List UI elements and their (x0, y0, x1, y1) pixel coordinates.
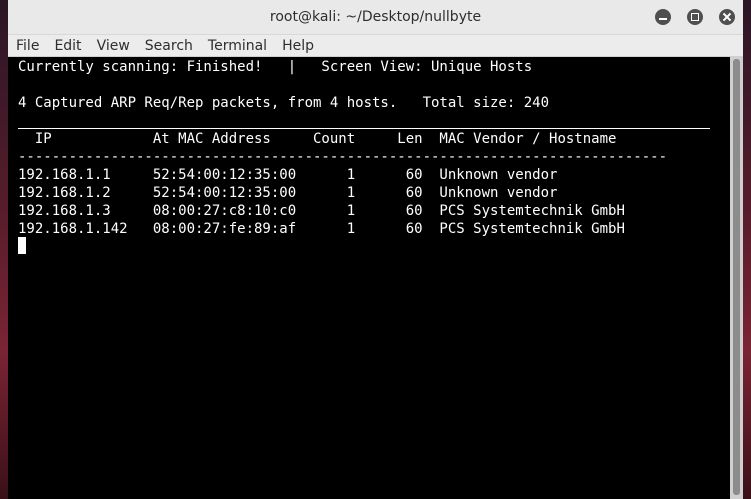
menu-edit[interactable]: Edit (54, 38, 81, 54)
summary-line: 4 Captured ARP Req/Rep packets, from 4 h… (18, 95, 550, 111)
menu-view[interactable]: View (97, 38, 130, 54)
vertical-scrollbar[interactable] (730, 57, 743, 499)
status-line: Currently scanning: Finished! | Screen V… (18, 59, 533, 75)
desktop-wallpaper-left (0, 0, 8, 499)
minimize-button[interactable] (655, 9, 671, 25)
window-title: root@kali: ~/Desktop/nullbyte (269, 9, 482, 25)
text-cursor (18, 237, 26, 254)
maximize-button[interactable] (687, 9, 703, 25)
table-header: IP At MAC Address Count Len MAC Vendor /… (18, 131, 617, 147)
close-button[interactable] (719, 9, 735, 25)
table-separator: ----------------------------------------… (18, 149, 668, 165)
menu-search[interactable]: Search (145, 38, 193, 54)
menu-bar: File Edit View Search Terminal Help (8, 35, 743, 57)
table-row: 192.168.1.142 08:00:27:fe:89:af 1 60 PCS… (18, 221, 625, 237)
scrollbar-thumb[interactable] (733, 59, 740, 495)
table-row: 192.168.1.1 52:54:00:12:35:00 1 60 Unkno… (18, 167, 558, 183)
menu-file[interactable]: File (16, 38, 39, 54)
table-top-rule (18, 128, 710, 129)
menu-terminal[interactable]: Terminal (208, 38, 267, 54)
desktop-wallpaper-right (743, 0, 751, 499)
terminal-window: root@kali: ~/Desktop/nullbyte File Edit … (8, 0, 743, 499)
terminal-output[interactable]: Currently scanning: Finished! | Screen V… (8, 57, 730, 499)
menu-help[interactable]: Help (282, 38, 314, 54)
title-bar[interactable]: root@kali: ~/Desktop/nullbyte (8, 0, 743, 35)
table-row: 192.168.1.2 52:54:00:12:35:00 1 60 Unkno… (18, 185, 558, 201)
table-row: 192.168.1.3 08:00:27:c8:10:c0 1 60 PCS S… (18, 203, 625, 219)
